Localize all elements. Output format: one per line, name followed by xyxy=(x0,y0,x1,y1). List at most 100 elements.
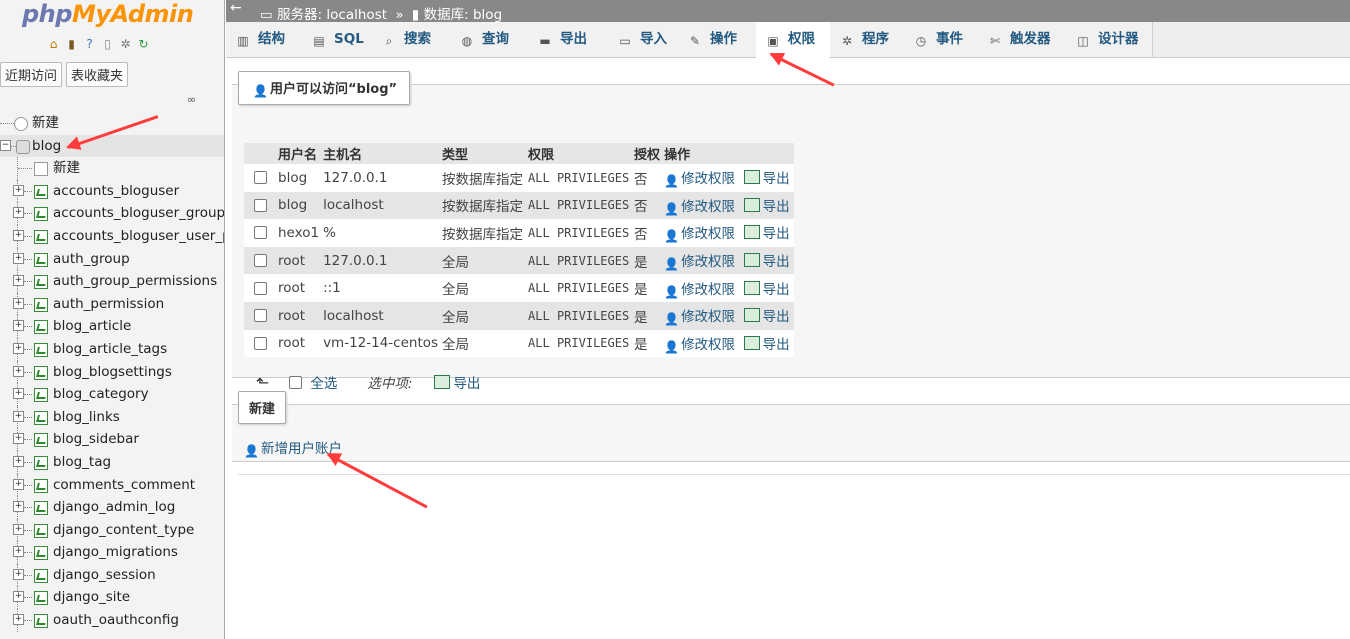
edit-privileges-link[interactable]: 👤 修改权限 xyxy=(664,337,735,354)
edit-privileges-link[interactable]: 👤 修改权限 xyxy=(664,226,735,243)
tree-table-item[interactable]: + accounts_bloguser_user_pe xyxy=(0,224,224,248)
row-checkbox[interactable] xyxy=(253,171,267,185)
edit-privileges-link[interactable]: 👤 修改权限 xyxy=(664,171,735,188)
export-link[interactable]: 导出 xyxy=(743,335,790,353)
tree-table-item[interactable]: + comments_comment xyxy=(0,473,224,497)
tree-table-item[interactable]: + auth_permission xyxy=(0,292,224,316)
row-checkbox[interactable] xyxy=(253,309,267,323)
help-icon[interactable]: ? xyxy=(82,37,97,52)
tree-table-item[interactable]: + django_content_type xyxy=(0,518,224,542)
select-all-checkbox[interactable] xyxy=(289,375,303,389)
expand-icon[interactable]: + xyxy=(13,252,24,264)
export-link[interactable]: 导出 xyxy=(743,170,790,187)
export-link[interactable]: 导出 xyxy=(743,280,790,298)
row-checkbox[interactable] xyxy=(253,198,267,212)
cell-user: root xyxy=(276,329,322,358)
expand-icon[interactable]: + xyxy=(13,410,24,422)
tree-table-item[interactable]: + django_site xyxy=(0,586,224,610)
reload-icon[interactable]: ↻ xyxy=(136,37,151,52)
expand-icon[interactable]: + xyxy=(13,342,24,354)
row-checkbox[interactable] xyxy=(253,336,267,350)
cell-host: ::1 xyxy=(321,274,441,302)
expand-icon[interactable]: + xyxy=(13,568,24,580)
breadcrumb-server[interactable]: 服务器: localhost xyxy=(277,7,387,23)
expand-icon[interactable]: + xyxy=(13,546,24,558)
tree-table-item[interactable]: + blog_sidebar xyxy=(0,428,224,451)
favorites-tab[interactable]: 表收藏夹 xyxy=(66,62,129,87)
export-link[interactable]: 导出 xyxy=(743,308,790,325)
cell-grant: 是 xyxy=(632,246,663,275)
collapse-arrow-icon[interactable]: ← xyxy=(230,0,242,16)
tab-triggers[interactable]: ✄ 触发器 xyxy=(978,22,1067,57)
expand-icon[interactable]: + xyxy=(13,229,24,241)
breadcrumb-database[interactable]: 数据库: blog xyxy=(424,7,503,23)
row-checkbox[interactable] xyxy=(253,281,267,295)
table-icon xyxy=(34,184,48,199)
edit-privileges-link[interactable]: 👤 修改权限 xyxy=(664,309,735,326)
tab-events[interactable]: ◷ 事件 xyxy=(904,22,979,57)
expand-icon[interactable]: + xyxy=(13,455,24,467)
tree-new-table[interactable]: 新建 xyxy=(0,157,224,180)
database-tabs: ▥ 结构 ▤ SQL ⌕ 搜索 ◍ 查询 ▬ 导出 ▭ 导入 ✎ 操作 ▣ 权限 ✲ 程序 ◷ 事件 ✄ 触发器 ◫ 设计器 xyxy=(226,22,1350,59)
tree-table-item[interactable]: + oauth_oauthconfig xyxy=(0,609,224,632)
edit-privileges-link[interactable]: 👤 修改权限 xyxy=(664,254,735,271)
tab-designer[interactable]: ◫ 设计器 xyxy=(1066,22,1153,57)
tree-table-item[interactable]: + blog_article_tags xyxy=(0,337,224,361)
tree-database-blog[interactable]: − blog xyxy=(0,134,224,158)
tab-sql[interactable]: ▤ SQL xyxy=(302,22,373,57)
tab-routines[interactable]: ✲ 程序 xyxy=(830,22,905,57)
expand-icon[interactable]: + xyxy=(13,365,24,377)
tree-table-item[interactable]: + django_migrations xyxy=(0,541,224,564)
tab-wrench[interactable]: ✎ 操作 xyxy=(678,22,757,57)
tree-table-item[interactable]: + accounts_bloguser xyxy=(0,179,224,203)
tree-table-item[interactable]: + auth_group_permissions xyxy=(0,270,224,293)
expand-icon[interactable]: + xyxy=(13,275,24,287)
settings-icon[interactable]: ✲ xyxy=(118,37,133,52)
database-icon: ▮ xyxy=(411,7,420,23)
tree-table-item[interactable]: + blog_article xyxy=(0,315,224,338)
expand-icon[interactable]: + xyxy=(13,501,24,513)
tab-query[interactable]: ◍ 查询 xyxy=(450,22,529,57)
expand-icon[interactable]: + xyxy=(13,207,24,219)
tab-structure[interactable]: ▥ 结构 xyxy=(226,22,303,57)
tab-privileges[interactable]: ▣ 权限 xyxy=(756,22,831,59)
exit-icon[interactable]: ▮ xyxy=(64,37,79,52)
row-checkbox[interactable] xyxy=(253,226,267,240)
select-all-label[interactable]: 全选 xyxy=(310,372,337,392)
tree-table-item[interactable]: + auth_group xyxy=(0,247,224,271)
expand-icon[interactable]: + xyxy=(13,433,24,445)
edit-privileges-link[interactable]: 👤 修改权限 xyxy=(664,282,735,299)
tree-table-item[interactable]: + django_session xyxy=(0,563,224,587)
tree-table-item[interactable]: + blog_blogsettings xyxy=(0,360,224,384)
link-icon[interactable]: ∞ xyxy=(187,93,196,106)
expand-icon[interactable]: + xyxy=(13,478,24,490)
cell-type: 全局 xyxy=(440,246,527,275)
phpmyadmin-logo[interactable]: phpMyAdmin xyxy=(22,0,194,28)
export-link[interactable]: 导出 xyxy=(743,253,790,270)
expand-icon[interactable]: + xyxy=(13,297,24,309)
expand-icon[interactable]: + xyxy=(13,614,24,626)
recent-tab[interactable]: 近期访问 xyxy=(0,62,63,87)
expand-icon[interactable]: + xyxy=(13,184,24,196)
tree-table-item[interactable]: + django_admin_log xyxy=(0,496,224,519)
cell-host: localhost xyxy=(321,191,441,220)
expand-icon[interactable]: + xyxy=(13,591,24,603)
expand-icon[interactable]: + xyxy=(13,388,24,400)
docs-icon[interactable]: ▯ xyxy=(100,37,115,52)
bulk-export-button[interactable]: 导出 xyxy=(434,372,480,392)
privileges-table: 用户名 主机名 类型 权限 授权 操作 blog 127.0.0.1 按数据库指定 A… xyxy=(244,143,795,358)
tab-import[interactable]: ▭ 导入 xyxy=(608,22,679,57)
tree-table-item[interactable]: + blog_links xyxy=(0,405,224,429)
row-checkbox[interactable] xyxy=(253,254,267,268)
tree-table-item[interactable]: + accounts_bloguser_groups xyxy=(0,202,224,225)
expand-icon[interactable]: + xyxy=(13,523,24,535)
export-link[interactable]: 导出 xyxy=(743,197,790,215)
edit-privileges-link[interactable]: 👤 修改权限 xyxy=(664,199,735,216)
tab-export[interactable]: ▬ 导出 xyxy=(528,22,609,57)
tab-search[interactable]: ⌕ 搜索 xyxy=(372,22,451,57)
expand-icon[interactable]: + xyxy=(13,320,24,332)
tree-table-item[interactable]: + blog_category xyxy=(0,383,224,406)
export-link[interactable]: 导出 xyxy=(743,225,790,242)
home-icon[interactable]: ⌂ xyxy=(46,37,61,52)
tree-table-item[interactable]: + blog_tag xyxy=(0,450,224,474)
